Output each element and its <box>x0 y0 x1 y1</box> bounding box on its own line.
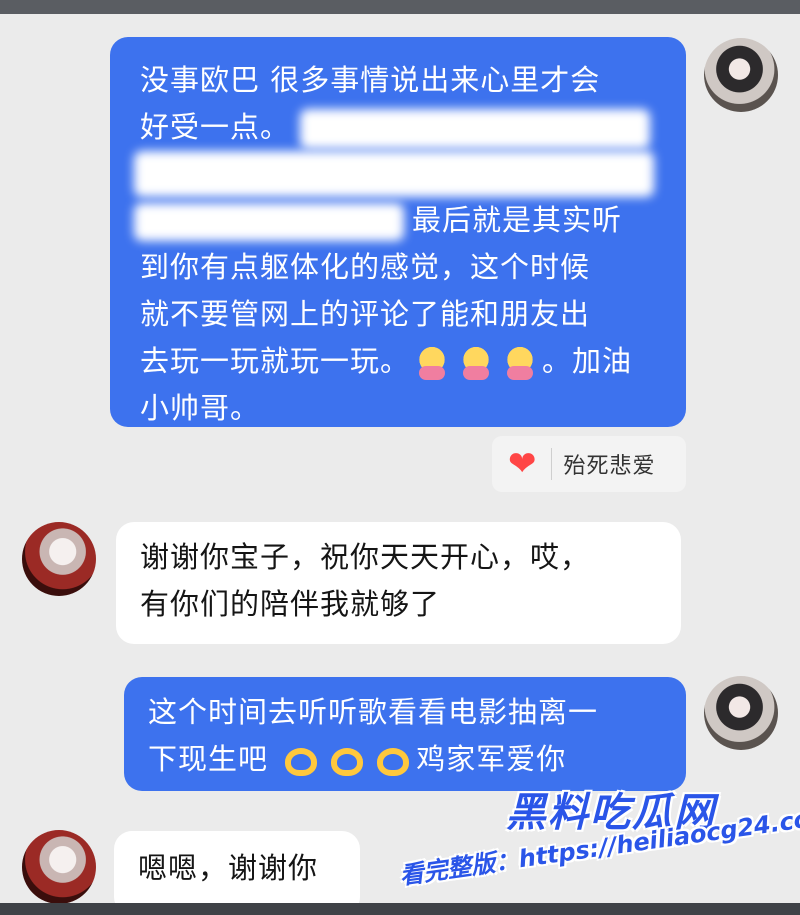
divider <box>550 448 552 480</box>
message-text-line: 好受一点。 <box>140 104 660 151</box>
hugging-face-emoji-icon <box>457 346 496 380</box>
message-text-line: 这个时间去听听歌看看电影抽离一 <box>148 695 599 729</box>
hugging-face-emoji-icon <box>501 346 540 380</box>
message-text-line: 去玩一玩就玩一玩。 。加油 <box>140 344 633 380</box>
message-text-line: 有你们的陪伴我就够了 <box>140 587 441 621</box>
message-bubble-outgoing[interactable]: 这个时间去听听歌看看电影抽离一 下现生吧 鸡家军爱你 <box>124 677 686 791</box>
message-text-line: 到你有点躯体化的感觉，这个时候 <box>140 250 591 284</box>
reaction-badge[interactable]: ❤ 殆死悲爱 <box>492 436 686 492</box>
heart-hands-emoji-icon <box>281 744 321 778</box>
bottom-bar <box>0 903 800 915</box>
contact-avatar[interactable] <box>22 830 96 904</box>
heart-icon: ❤ <box>508 444 537 484</box>
message-text-line: 最后就是其实听 <box>134 197 660 244</box>
message-text-line: 嗯嗯，谢谢你 <box>138 851 319 885</box>
message-text-line: 下现生吧 鸡家军爱你 <box>148 742 567 778</box>
message-text-line: 小帅哥。 <box>140 391 261 425</box>
hugging-face-emoji-icon <box>413 346 452 380</box>
message-text-line: 就不要管网上的评论了能和朋友出 <box>140 297 591 331</box>
redacted-blur <box>134 151 654 197</box>
self-avatar[interactable] <box>704 676 778 750</box>
heart-hands-emoji-icon <box>373 744 413 778</box>
heart-hands-emoji-icon <box>327 744 367 778</box>
reaction-user-name: 殆死悲爱 <box>563 454 656 479</box>
redacted-blur <box>300 109 651 149</box>
message-text-line: 谢谢你宝子，祝你天天开心，哎， <box>140 540 591 574</box>
message-text-line: 没事欧巴 很多事情说出来心里才会 <box>140 63 601 97</box>
status-bar <box>0 0 800 14</box>
message-bubble-incoming[interactable]: 谢谢你宝子，祝你天天开心，哎， 有你们的陪伴我就够了 <box>116 522 681 644</box>
self-avatar[interactable] <box>704 38 778 112</box>
contact-avatar[interactable] <box>22 522 96 596</box>
redacted-blur <box>134 203 404 241</box>
message-bubble-outgoing[interactable]: 没事欧巴 很多事情说出来心里才会 好受一点。 最后就是其实听 到你有点躯体化的感… <box>110 37 686 427</box>
